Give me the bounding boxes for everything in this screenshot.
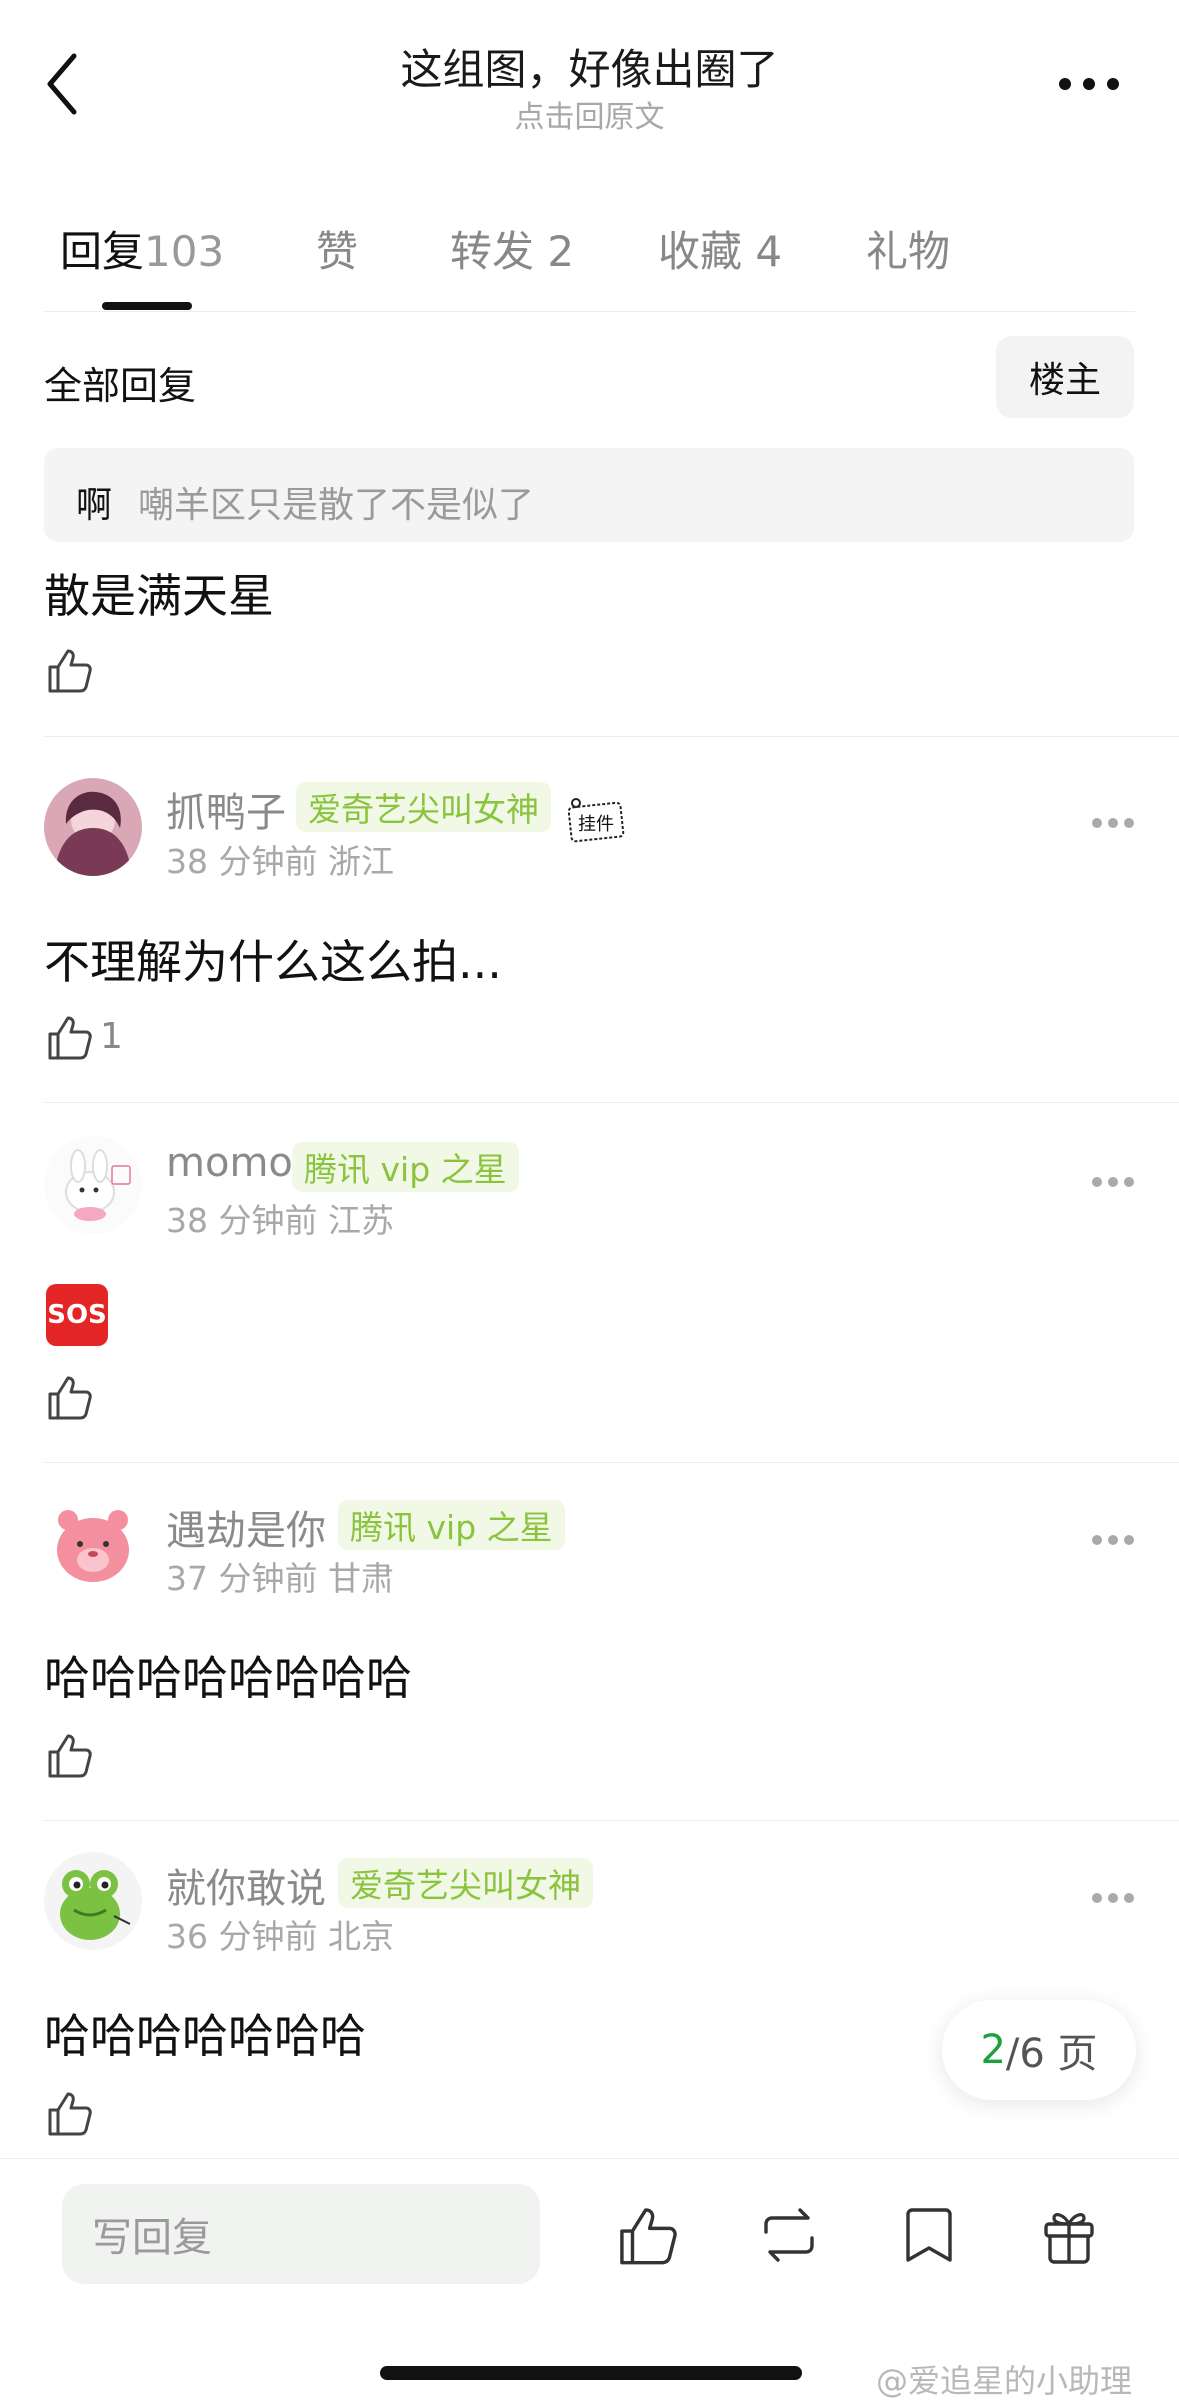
quoted-username: 啊: [76, 485, 113, 526]
bottom-bar-divider: [0, 2158, 1179, 2159]
comment-meta: 37 分钟前 甘肃: [166, 1559, 394, 1598]
like-icon[interactable]: [614, 2202, 680, 2268]
tab-divider: [44, 311, 1135, 312]
avatar[interactable]: [44, 1852, 142, 1950]
reply-text: 散是满天星: [44, 569, 274, 623]
username[interactable]: 遇劫是你: [166, 1498, 326, 1556]
user-badge[interactable]: 爱奇艺尖叫女神: [296, 782, 551, 832]
comment-text: 不理解为什么这么拍...: [44, 935, 502, 989]
user-badge[interactable]: 爱奇艺尖叫女神: [338, 1858, 593, 1908]
divider: [44, 1820, 1179, 1821]
bookmark-icon[interactable]: [896, 2202, 962, 2268]
comment-meta: 38 分钟前 江苏: [166, 1201, 394, 1240]
comment-text: 哈哈哈哈哈哈哈: [44, 2009, 366, 2063]
total-pages: /6 页: [1005, 2031, 1098, 2077]
like-icon[interactable]: [44, 2088, 94, 2138]
comment-meta: 38 分钟前 浙江: [166, 842, 394, 881]
tab-likes[interactable]: 赞: [316, 218, 358, 279]
sos-emoji-icon: SOS: [46, 1284, 108, 1346]
quoted-text: 嘲羊区只是散了不是似了: [138, 485, 535, 526]
avatar[interactable]: [44, 1136, 142, 1234]
username[interactable]: momo: [166, 1140, 293, 1186]
divider: [44, 736, 1179, 737]
more-icon[interactable]: [1056, 70, 1122, 98]
username[interactable]: 抓鸭子: [166, 780, 286, 838]
tab-reposts[interactable]: 转发 2: [450, 218, 574, 279]
username[interactable]: 就你敢说: [166, 1856, 326, 1914]
op-only-filter-button[interactable]: 楼主: [996, 336, 1134, 418]
tab-favorites[interactable]: 收藏 4: [658, 218, 782, 279]
user-badge[interactable]: 腾讯 vip 之星: [292, 1142, 519, 1192]
repost-icon[interactable]: [756, 2202, 822, 2268]
like-count: 1: [100, 1016, 123, 1057]
pendant-tag-icon: 挂件: [566, 795, 626, 845]
reply-input[interactable]: 写回复: [62, 2184, 540, 2284]
tab-gifts[interactable]: 礼物: [866, 218, 950, 279]
comment-more-icon[interactable]: [1090, 1890, 1136, 1904]
current-page: 2: [980, 2027, 1006, 2073]
svg-text:挂件: 挂件: [578, 814, 614, 835]
home-indicator[interactable]: [380, 2366, 802, 2380]
page-title: 这组图，好像出圈了: [400, 45, 779, 94]
like-icon[interactable]: [44, 645, 94, 695]
divider: [44, 1462, 1179, 1463]
comment-more-icon[interactable]: [1090, 815, 1136, 829]
page-indicator[interactable]: 2/6 页: [942, 2000, 1136, 2100]
avatar[interactable]: [44, 778, 142, 876]
user-badge[interactable]: 腾讯 vip 之星: [338, 1500, 565, 1550]
back-to-post-link[interactable]: 点击回原文: [0, 92, 1179, 136]
comment-more-icon[interactable]: [1090, 1532, 1136, 1546]
like-icon[interactable]: [44, 1012, 94, 1062]
tab-replies[interactable]: 回复103: [60, 218, 224, 279]
divider: [44, 1102, 1179, 1103]
comment-meta: 36 分钟前 北京: [166, 1917, 394, 1956]
active-tab-indicator: [102, 302, 192, 310]
like-icon[interactable]: [44, 1372, 94, 1422]
comment-text: 哈哈哈哈哈哈哈哈: [44, 1651, 412, 1705]
comment-more-icon[interactable]: [1090, 1174, 1136, 1188]
section-title: 全部回复: [44, 364, 197, 408]
gift-icon[interactable]: [1036, 2202, 1102, 2268]
watermark: @爱追星的小助理: [876, 2362, 1133, 2400]
like-icon[interactable]: [44, 1730, 94, 1780]
avatar[interactable]: [44, 1494, 142, 1592]
